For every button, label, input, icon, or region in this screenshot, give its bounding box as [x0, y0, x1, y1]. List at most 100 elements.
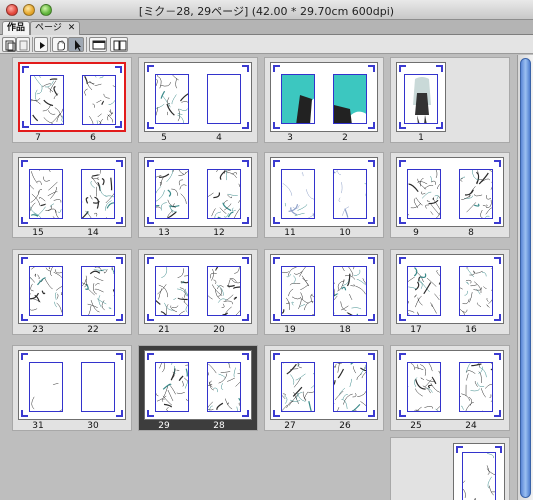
spread-thumbnail[interactable] — [270, 157, 378, 227]
corner-mark — [21, 257, 28, 264]
right-page-number: 30 — [87, 421, 99, 431]
corner-mark — [368, 314, 375, 321]
page-frame — [333, 362, 367, 412]
page-frame — [462, 452, 496, 500]
hand-tool-button[interactable] — [52, 37, 68, 52]
spread-thumbnail[interactable] — [453, 443, 505, 500]
spread-thumbnail[interactable] — [396, 157, 504, 227]
tab-work[interactable]: 作品 — [2, 21, 31, 35]
corner-mark — [399, 314, 406, 321]
miku-hair-art-right — [334, 75, 366, 123]
page-thumbnail-grid[interactable]: 7 6 5 4 3 2 1 15 14 13 12 11 10 9 8 23 22 21 20 19 18 17 16 31 3… — [0, 55, 533, 500]
left-page-number: 27 — [284, 421, 296, 431]
page-frame — [333, 169, 367, 219]
corner-mark — [147, 314, 154, 321]
copy-page-button[interactable] — [16, 37, 30, 52]
corner-mark — [116, 353, 123, 360]
spread-thumbnail[interactable] — [18, 350, 126, 420]
left-page-number: 7 — [35, 133, 41, 143]
left-page-number: 21 — [158, 325, 170, 335]
play-button[interactable] — [34, 37, 48, 52]
page-frame — [281, 74, 315, 124]
tab-close-icon[interactable]: ✕ — [68, 23, 76, 33]
left-page-number: 17 — [410, 325, 422, 335]
page-spread[interactable]: 1 — [390, 57, 510, 143]
corner-mark — [399, 65, 406, 72]
spread-thumbnail[interactable] — [144, 62, 252, 132]
page-spread[interactable]: 17 16 — [390, 249, 510, 335]
page-frame — [281, 169, 315, 219]
left-page-number: 31 — [32, 421, 44, 431]
corner-mark — [399, 257, 406, 264]
page-spread[interactable]: 76 — [12, 57, 132, 143]
page-frame — [407, 362, 441, 412]
page-spread[interactable]: 21 20 — [138, 249, 258, 335]
page-spread[interactable]: 31 30 — [12, 345, 132, 431]
spread-thumbnail[interactable] — [396, 62, 446, 132]
corner-mark — [116, 410, 123, 417]
page-spread[interactable]: 25 24 — [390, 345, 510, 431]
corner-mark — [21, 217, 28, 224]
page-spread[interactable]: 23 22 — [12, 249, 132, 335]
spread-thumbnail[interactable] — [18, 62, 126, 132]
tab-page[interactable]: ページ ✕ — [30, 21, 81, 35]
spread-thumbnail[interactable] — [270, 62, 378, 132]
page-spread[interactable]: 29 28 — [138, 345, 258, 431]
corner-mark — [116, 217, 123, 224]
title-bar[interactable]: [ミク－28, 29ページ] (42.00 * 29.70cm 600dpi) — [0, 0, 533, 20]
right-page-number: 16 — [465, 325, 477, 335]
right-page-number: 6 — [90, 133, 96, 143]
hand-icon — [57, 40, 65, 51]
spread-view-button[interactable] — [110, 37, 128, 52]
page-frame — [29, 362, 63, 412]
corner-mark — [147, 217, 154, 224]
corner-mark — [399, 160, 406, 167]
page-frame — [459, 169, 493, 219]
miku-hair-art-left — [282, 75, 314, 123]
page-spread-partial[interactable] — [390, 437, 510, 500]
page-frame — [155, 362, 189, 412]
page-spread[interactable]: 32 — [264, 57, 384, 143]
single-view-button[interactable] — [89, 37, 107, 52]
pointer-tool-button[interactable] — [68, 37, 84, 52]
copy-page-icon — [19, 40, 28, 51]
scrollbar-thumb[interactable] — [520, 58, 531, 498]
page-spread[interactable]: 27 26 — [264, 345, 384, 431]
corner-mark — [436, 65, 443, 72]
page-spread[interactable]: 19 18 — [264, 249, 384, 335]
page-frame — [333, 74, 367, 124]
spread-thumbnail[interactable] — [18, 157, 126, 227]
spread-thumbnail[interactable] — [396, 254, 504, 324]
spread-thumbnail[interactable] — [270, 254, 378, 324]
window-title: [ミク－28, 29ページ] (42.00 * 29.70cm 600dpi) — [138, 5, 395, 18]
page-spread[interactable]: 11 10 — [264, 152, 384, 238]
app-window: [ミク－28, 29ページ] (42.00 * 29.70cm 600dpi) … — [0, 0, 533, 500]
spread-thumbnail[interactable] — [144, 350, 252, 420]
corner-mark — [21, 160, 28, 167]
tab-work-label: 作品 — [7, 23, 26, 33]
corner-mark — [242, 160, 249, 167]
spread-thumbnail[interactable] — [144, 157, 252, 227]
corner-mark — [116, 160, 123, 167]
spread-thumbnail[interactable] — [144, 254, 252, 324]
tab-bar: 作品 ページ ✕ — [0, 20, 533, 35]
vertical-scrollbar[interactable] — [517, 55, 533, 500]
left-page-number: 9 — [413, 228, 419, 238]
corner-mark — [273, 160, 280, 167]
spread-thumbnail[interactable] — [396, 350, 504, 420]
page-spread[interactable]: 54 — [138, 57, 258, 143]
corner-mark — [399, 410, 406, 417]
tab-page-label: ページ — [35, 23, 62, 33]
corner-mark — [242, 217, 249, 224]
toolbar-divider — [86, 37, 87, 52]
spread-thumbnail[interactable] — [18, 254, 126, 324]
corner-mark — [273, 65, 280, 72]
page-spread[interactable]: 13 12 — [138, 152, 258, 238]
page-spread[interactable]: 15 14 — [12, 152, 132, 238]
corner-mark — [494, 217, 501, 224]
corner-mark — [147, 160, 154, 167]
new-page-button[interactable] — [2, 37, 16, 52]
page-spread[interactable]: 98 — [390, 152, 510, 238]
spread-thumbnail[interactable] — [270, 350, 378, 420]
page-frame — [155, 266, 189, 316]
